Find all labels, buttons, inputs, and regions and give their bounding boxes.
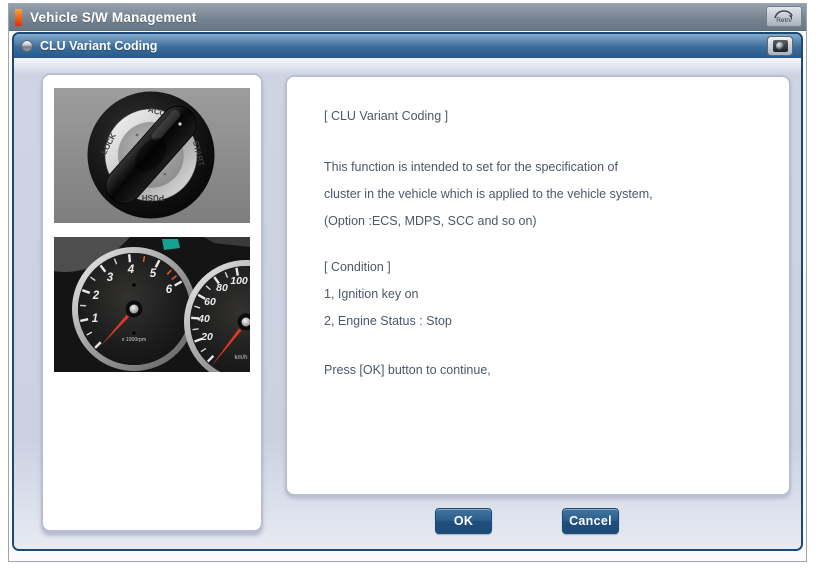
dialog-body: LOCK ACC START PUSH bbox=[14, 58, 801, 549]
retry-button-label: Retrv bbox=[776, 18, 792, 24]
tach-unit-label: x 1000rpm bbox=[122, 337, 147, 343]
tachometer-gauge: 1 2 3 4 5 6 x 1000rpm bbox=[75, 250, 193, 368]
svg-text:3: 3 bbox=[107, 272, 114, 284]
app-window: Vehicle S/W Management Retrv CLU Variant… bbox=[8, 3, 807, 562]
svg-text:4: 4 bbox=[127, 264, 135, 276]
svg-text:5: 5 bbox=[150, 268, 157, 280]
cancel-button[interactable]: Cancel bbox=[562, 508, 619, 534]
instruction-line: Press [OK] button to continue, bbox=[324, 357, 769, 384]
image-panel: LOCK ACC START PUSH bbox=[41, 73, 263, 532]
camera-icon bbox=[773, 40, 788, 52]
ignition-key-photo: LOCK ACC START PUSH bbox=[54, 88, 250, 223]
condition-line: 1, Ignition key on bbox=[324, 281, 769, 308]
svg-text:80: 80 bbox=[216, 282, 228, 294]
window-title: Vehicle S/W Management bbox=[30, 10, 196, 25]
svg-text:60: 60 bbox=[204, 296, 216, 308]
condition-line: 2, Engine Status : Stop bbox=[324, 308, 769, 335]
description-panel: [ CLU Variant Coding ] This function is … bbox=[285, 75, 791, 496]
svg-text:6: 6 bbox=[166, 284, 173, 296]
app-icon bbox=[15, 9, 22, 26]
title-bar: Vehicle S/W Management Retrv bbox=[9, 4, 806, 31]
description-text: [ CLU Variant Coding ] This function is … bbox=[324, 103, 769, 384]
retry-button[interactable]: Retrv bbox=[766, 6, 802, 27]
svg-text:20: 20 bbox=[200, 331, 213, 343]
instrument-cluster-photo: 1 2 3 4 5 6 x 1000rpm bbox=[54, 237, 250, 372]
key-label-push: PUSH bbox=[142, 193, 164, 202]
dialog-header: CLU Variant Coding bbox=[14, 34, 801, 59]
dialog-title: CLU Variant Coding bbox=[40, 39, 157, 53]
description-line: cluster in the vehicle which is applied … bbox=[324, 181, 769, 208]
svg-text:1: 1 bbox=[92, 313, 98, 325]
dialog-sphere-icon bbox=[21, 40, 33, 52]
description-line: (Option :ECS, MDPS, SCC and so on) bbox=[324, 208, 769, 235]
screen-capture-button[interactable] bbox=[767, 36, 793, 56]
svg-text:2: 2 bbox=[92, 290, 100, 302]
section-title: [ CLU Variant Coding ] bbox=[324, 103, 769, 130]
svg-text:100: 100 bbox=[230, 275, 248, 287]
description-line: This function is intended to set for the… bbox=[324, 154, 769, 181]
speed-unit-label: km/h bbox=[234, 355, 247, 361]
condition-title: [ Condition ] bbox=[324, 254, 769, 281]
ok-button[interactable]: OK bbox=[435, 508, 492, 534]
svg-text:40: 40 bbox=[197, 313, 210, 325]
clu-variant-coding-dialog: CLU Variant Coding bbox=[12, 32, 803, 551]
